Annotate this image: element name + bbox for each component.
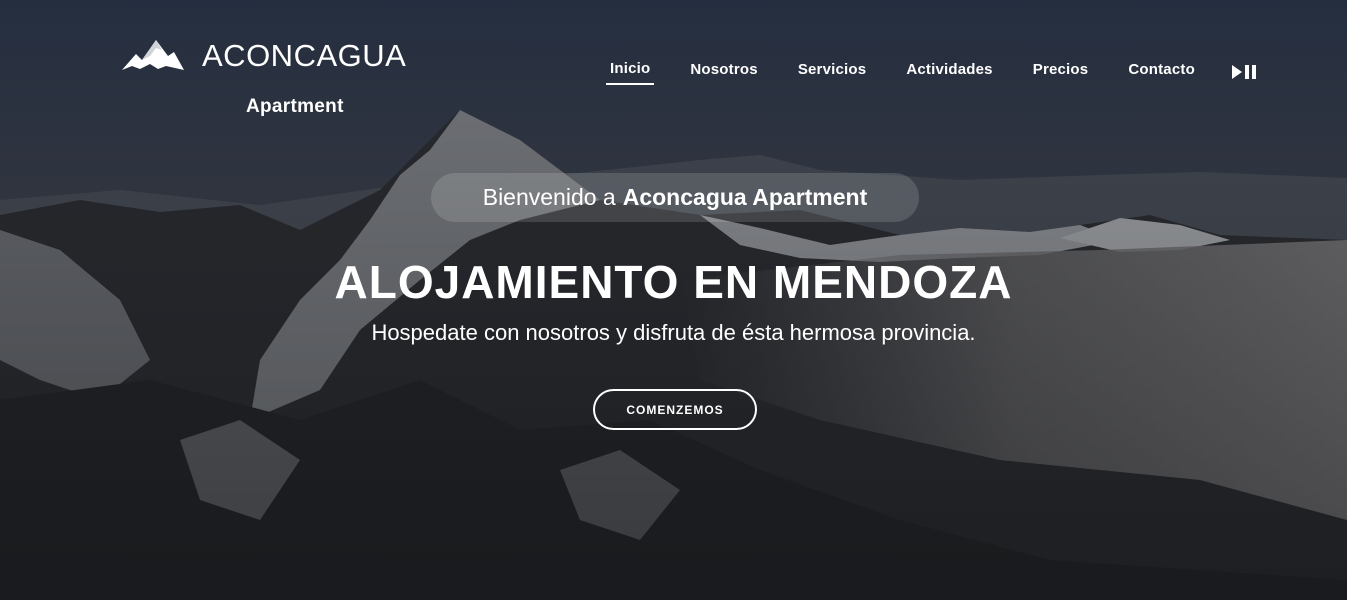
- brand-logo[interactable]: ACONCAGUA Apartment: [122, 36, 412, 126]
- brand-name: ACONCAGUA: [202, 38, 407, 73]
- nav-item-actividades[interactable]: Actividades: [902, 59, 996, 84]
- nav-item-precios[interactable]: Precios: [1029, 59, 1093, 84]
- nav-item-contacto[interactable]: Contacto: [1124, 59, 1199, 84]
- brand-subtitle: Apartment: [246, 96, 344, 117]
- nav-item-servicios[interactable]: Servicios: [794, 59, 871, 84]
- mountain-icon: [122, 40, 184, 70]
- comenzemos-button[interactable]: COMENZEMOS: [593, 389, 757, 430]
- welcome-brand: Aconcagua Apartment: [622, 184, 868, 210]
- hero-subheadline: Hospedate con nosotros y disfruta de ést…: [371, 320, 976, 345]
- hero-section: ACONCAGUA Apartment Inicio Nosotros Serv…: [0, 0, 1347, 600]
- welcome-prefix: Bienvenido a: [482, 184, 616, 210]
- main-nav: Inicio Nosotros Servicios Actividades Pr…: [606, 58, 1257, 85]
- hero-headline: ALOJAMIENTO EN MENDOZA: [334, 256, 1013, 308]
- nav-item-inicio[interactable]: Inicio: [606, 58, 655, 85]
- nav-item-nosotros[interactable]: Nosotros: [686, 59, 761, 84]
- play-pause-icon[interactable]: [1231, 62, 1257, 82]
- welcome-badge: Bienvenido a Aconcagua Apartment: [431, 173, 919, 222]
